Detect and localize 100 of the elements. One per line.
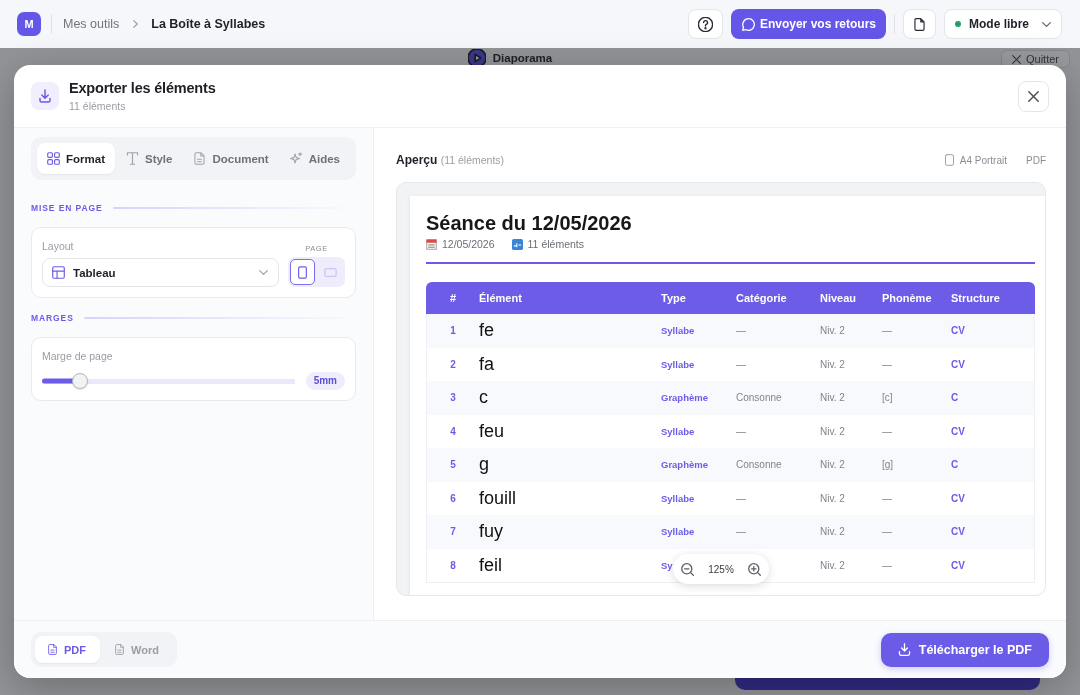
structure-cell: CV [951, 425, 965, 437]
type-cell: Syllabe [661, 358, 695, 370]
landscape-page-icon [324, 267, 337, 277]
category-cell: — [736, 492, 746, 504]
structure-cell: CV [951, 325, 965, 337]
row-number-cell: 5 [450, 459, 456, 471]
tab[interactable]: Format [37, 143, 115, 174]
phoneme-cell: — [882, 358, 892, 370]
level-cell: Niv. 2 [820, 425, 845, 437]
structure-cell: C [951, 459, 959, 471]
zoom-in-button[interactable] [748, 562, 761, 576]
element-cell: g [479, 454, 489, 476]
category-cell: Consonne [736, 459, 782, 471]
element-cell: c [479, 387, 488, 409]
phoneme-cell: — [882, 492, 892, 504]
zoom-level: 125% [708, 563, 734, 575]
sparkle-icon [289, 152, 303, 165]
type-cell: Sy [661, 559, 673, 571]
chevron-right-icon [133, 20, 139, 28]
grid-icon [47, 152, 60, 165]
zoom-out-button[interactable] [681, 562, 694, 576]
download-icon [897, 643, 911, 656]
level-cell: Niv. 2 [820, 459, 845, 471]
file-type-label: PDF [1026, 154, 1046, 166]
element-cell: fa [479, 353, 494, 375]
category-cell: — [736, 425, 746, 437]
calendar-icon [426, 238, 437, 250]
row-number-cell: 8 [450, 559, 456, 571]
element-cell: fuy [479, 521, 503, 543]
category-cell: — [736, 358, 746, 370]
close-icon [1012, 54, 1021, 64]
download-button[interactable]: Télécharger le PDF [880, 632, 1049, 667]
document-date: 12/05/2026 [442, 238, 495, 250]
phoneme-cell: — [882, 559, 892, 571]
zoom-out-icon [681, 562, 694, 576]
chevron-down-icon [1042, 19, 1051, 29]
status-dot-icon [955, 21, 961, 27]
category-cell: — [736, 526, 746, 538]
type-cell: Syllabe [661, 425, 695, 437]
phoneme-cell: — [882, 526, 892, 538]
document-icon [114, 644, 125, 655]
tab[interactable]: Aides [279, 143, 350, 174]
element-cell: fe [479, 320, 494, 342]
phoneme-cell: [c] [882, 392, 893, 404]
type-cell: Syllabe [661, 492, 695, 504]
table-icon [52, 266, 65, 279]
dialog-title: Exporter les éléments [69, 79, 216, 97]
row-number-cell: 4 [450, 425, 456, 437]
format-option[interactable]: Word [102, 636, 173, 663]
page-format-label: A4 Portrait [959, 154, 1007, 166]
tab[interactable]: Style [115, 143, 183, 174]
column-header: Type [661, 292, 686, 304]
element-cell: feu [479, 420, 505, 442]
help-button[interactable] [687, 9, 723, 39]
structure-cell: CV [951, 526, 965, 538]
field-label: Layout [42, 239, 74, 253]
value-badge: 5mm [305, 372, 345, 390]
row-number-cell: 3 [450, 392, 456, 404]
phoneme-cell: — [882, 325, 892, 337]
level-cell: Niv. 2 [820, 358, 845, 370]
close-icon [1028, 90, 1039, 102]
row-number-cell: 1 [450, 325, 456, 337]
feedback-button[interactable]: Envoyer vos retours [730, 9, 886, 39]
section-heading: MARGES [31, 313, 74, 323]
portrait-button[interactable] [290, 259, 315, 285]
level-cell: Niv. 2 [820, 492, 845, 504]
exit-button[interactable]: Quitter [1001, 50, 1070, 68]
document-button[interactable] [903, 9, 936, 39]
document-icon [47, 644, 58, 655]
element-cell: fouill [479, 487, 517, 509]
preview-title: Aperçu (11 éléments) [396, 153, 505, 167]
document-title: Séance du 12/05/2026 [426, 211, 632, 235]
format-option[interactable]: PDF [35, 636, 100, 663]
level-cell: Niv. 2 [820, 392, 845, 404]
app-logo[interactable]: M [17, 12, 41, 36]
slider-thumb[interactable] [71, 373, 88, 389]
chevron-down-icon [259, 268, 268, 277]
type-cell: Syllabe [661, 325, 695, 337]
breadcrumb-link[interactable]: Mes outils [63, 17, 120, 31]
page-title: Diaporama [492, 52, 553, 64]
mode-dropdown[interactable]: Mode libre [944, 9, 1062, 39]
row-number-cell: 2 [450, 358, 456, 370]
zoom-in-icon [748, 562, 761, 576]
category-cell: — [736, 325, 746, 337]
help-icon [697, 16, 713, 32]
level-cell: Niv. 2 [820, 559, 845, 571]
level-cell: Niv. 2 [820, 526, 845, 538]
tab[interactable]: Document [183, 143, 279, 174]
type-cell: Syllabe [661, 526, 695, 538]
column-header: Phonème [882, 292, 932, 304]
type-cell: Graphème [661, 392, 708, 404]
breadcrumb-link[interactable]: La Boîte à Syllabes [151, 17, 266, 31]
layout-select[interactable]: Tableau [42, 258, 279, 287]
close-button[interactable] [1018, 80, 1049, 112]
field-label: Marge de page [42, 349, 113, 363]
phoneme-cell: — [882, 425, 892, 437]
text-type-icon [125, 152, 139, 165]
chat-bubble-icon [741, 17, 755, 31]
structure-cell: CV [951, 559, 965, 571]
page-icon [944, 154, 954, 166]
